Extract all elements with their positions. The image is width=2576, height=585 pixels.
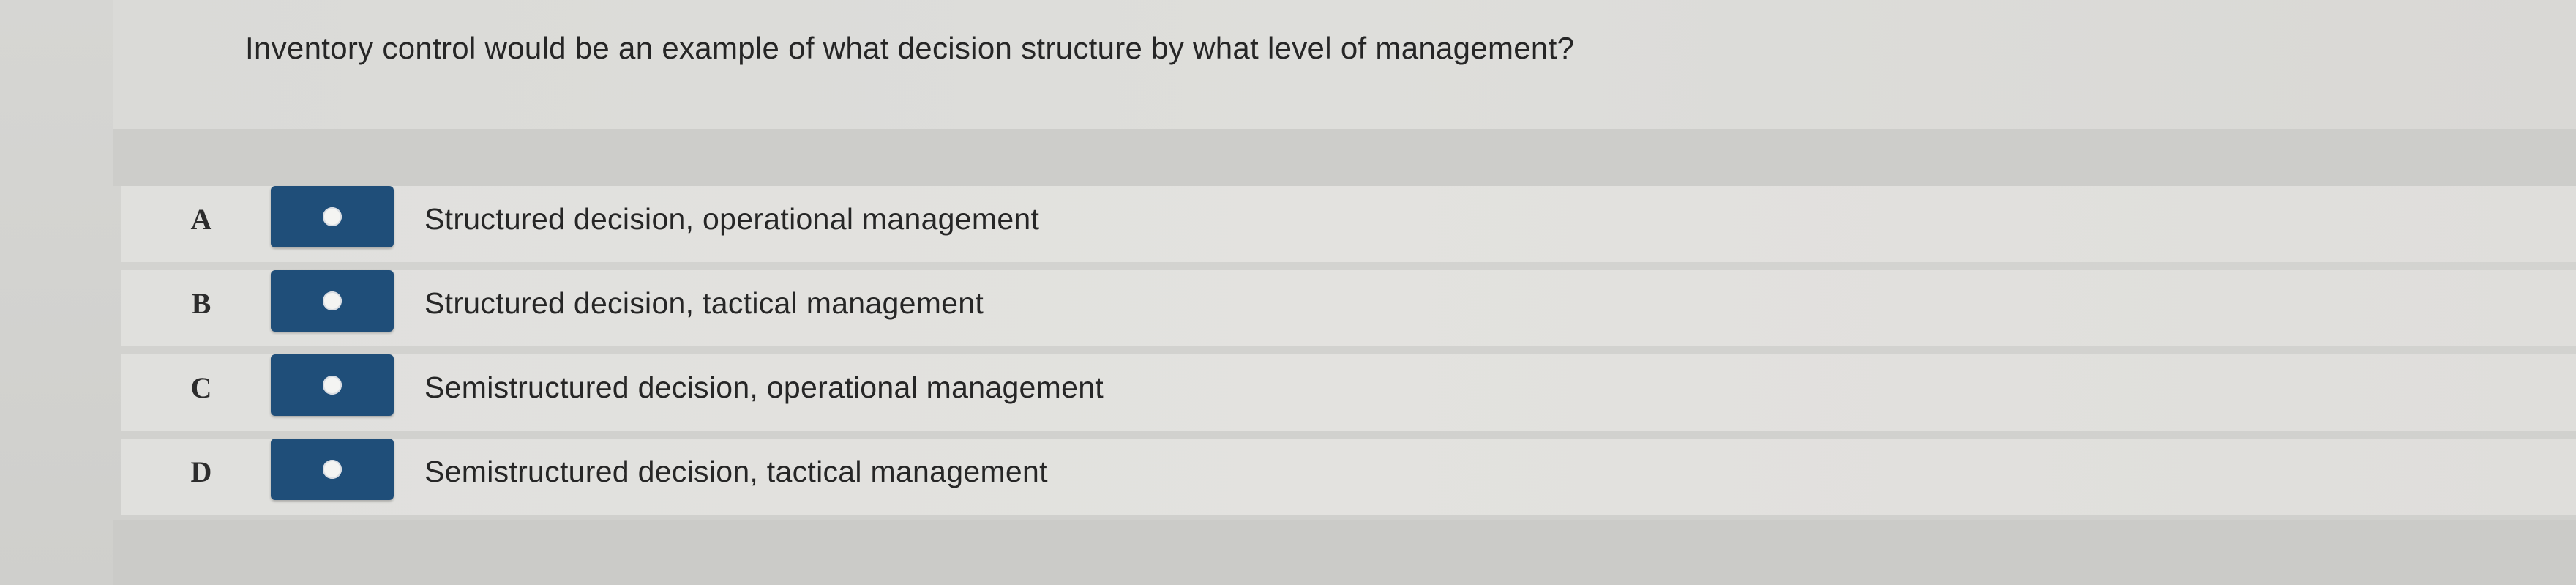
radio-indicator-icon [323,460,342,479]
option-row-d[interactable]: D Semistructured decision, tactical mana… [121,439,2576,515]
radio-indicator-icon [323,207,342,226]
option-letter: C [190,371,212,404]
option-row-b[interactable]: B Structured decision, tactical manageme… [121,270,2576,346]
option-letter: A [190,203,212,236]
option-label[interactable]: Structured decision, operational managem… [424,202,1039,236]
radio-indicator-icon [323,376,342,395]
option-label[interactable]: Structured decision, tactical management [424,286,984,321]
radio-button-a[interactable] [271,186,394,247]
option-row-c[interactable]: C Semistructured decision, operational m… [121,354,2576,431]
quiz-page: Inventory control would be an example of… [0,0,2576,585]
radio-indicator-icon [323,291,342,310]
option-label[interactable]: Semistructured decision, tactical manage… [424,455,1048,489]
option-row-a[interactable]: A Structured decision, operational manag… [121,186,2576,262]
question-panel: Inventory control would be an example of… [113,0,2576,129]
footer-band [113,520,2576,585]
divider-band [113,129,2576,186]
option-letter: D [190,455,212,488]
radio-button-c[interactable] [271,354,394,416]
answer-options: A Structured decision, operational manag… [121,186,2576,515]
question-text: Inventory control would be an example of… [245,31,1575,65]
option-label[interactable]: Semistructured decision, operational man… [424,370,1104,405]
radio-button-b[interactable] [271,270,394,332]
option-letter: B [191,287,211,320]
radio-button-d[interactable] [271,439,394,500]
